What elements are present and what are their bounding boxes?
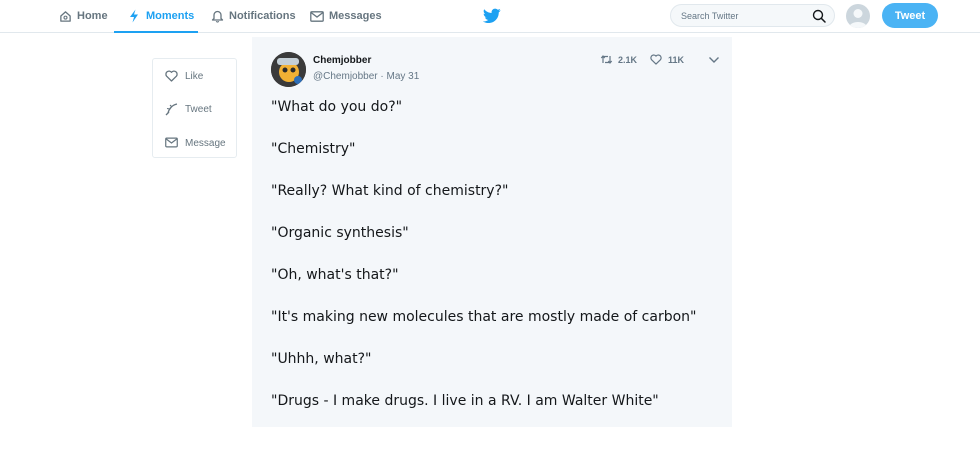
- like-label: Like: [185, 70, 204, 82]
- heart-icon: [165, 69, 178, 83]
- bell-icon: [210, 9, 224, 23]
- meta-separator: ·: [377, 71, 387, 82]
- tweet-label: Tweet: [185, 103, 212, 115]
- retweet-icon: [600, 54, 613, 66]
- tweet-line: "Oh, what's that?": [271, 267, 399, 283]
- nav-home[interactable]: Home: [58, 0, 108, 32]
- tweet-line: "Really? What kind of chemistry?": [271, 183, 509, 199]
- chevron-down-icon[interactable]: [708, 56, 720, 64]
- author-meta: @Chemjobber · May 31: [313, 71, 419, 82]
- envelope-icon: [310, 9, 324, 23]
- tweet-line: "It's making new molecules that are most…: [271, 309, 697, 325]
- tweet-actions-panel: Like Tweet Message: [152, 58, 237, 158]
- user-avatar[interactable]: [846, 4, 870, 28]
- nav-notifications-label: Notifications: [229, 10, 296, 22]
- feather-icon: [165, 102, 178, 116]
- tweet-line: "What do you do?": [271, 99, 403, 115]
- tweet-line: "Organic synthesis": [271, 225, 409, 241]
- tweet-text: "What do you do?" "Chemistry" "Really? W…: [271, 97, 721, 433]
- search-field[interactable]: Search Twitter: [670, 4, 835, 27]
- like-count[interactable]: 11K: [650, 54, 684, 66]
- heart-icon: [650, 54, 663, 66]
- nav-moments[interactable]: Moments: [114, 0, 198, 33]
- nav-notifications[interactable]: Notifications: [210, 0, 296, 32]
- message-label: Message: [185, 137, 226, 149]
- retweet-count-value: 2.1K: [618, 55, 638, 65]
- tweet-action[interactable]: Tweet: [165, 101, 212, 117]
- nav-messages-label: Messages: [329, 10, 382, 22]
- tweet-button[interactable]: Tweet: [882, 3, 938, 28]
- author-handle[interactable]: @Chemjobber: [313, 71, 378, 82]
- tweet-card: Chemjobber @Chemjobber · May 31 2.1K 11K…: [252, 37, 732, 427]
- tweet-line: "Uhhh, what?": [271, 351, 372, 367]
- nav-home-label: Home: [77, 10, 108, 22]
- home-icon: [58, 9, 72, 23]
- like-count-value: 11K: [668, 55, 685, 65]
- author-name[interactable]: Chemjobber: [313, 55, 371, 66]
- message-action[interactable]: Message: [165, 135, 226, 151]
- tweet-line: "Drugs - I make drugs. I live in a RV. I…: [271, 393, 659, 409]
- tweet-date[interactable]: May 31: [387, 71, 420, 82]
- tweet-line: "Chemistry": [271, 141, 356, 157]
- like-action[interactable]: Like: [165, 68, 203, 84]
- retweet-count[interactable]: 2.1K: [600, 54, 637, 66]
- search-input[interactable]: Search Twitter: [681, 11, 738, 21]
- twitter-bird-icon[interactable]: [483, 8, 501, 24]
- top-navigation-bar: Home Moments Notifications Messages Sear…: [0, 0, 980, 33]
- tweet-stats: 2.1K 11K: [600, 54, 697, 66]
- nav-moments-label: Moments: [146, 10, 195, 22]
- envelope-icon: [165, 137, 178, 150]
- search-icon[interactable]: [812, 9, 826, 23]
- author-avatar[interactable]: [271, 52, 306, 87]
- nav-messages[interactable]: Messages: [310, 0, 382, 32]
- lightning-icon: [127, 9, 141, 23]
